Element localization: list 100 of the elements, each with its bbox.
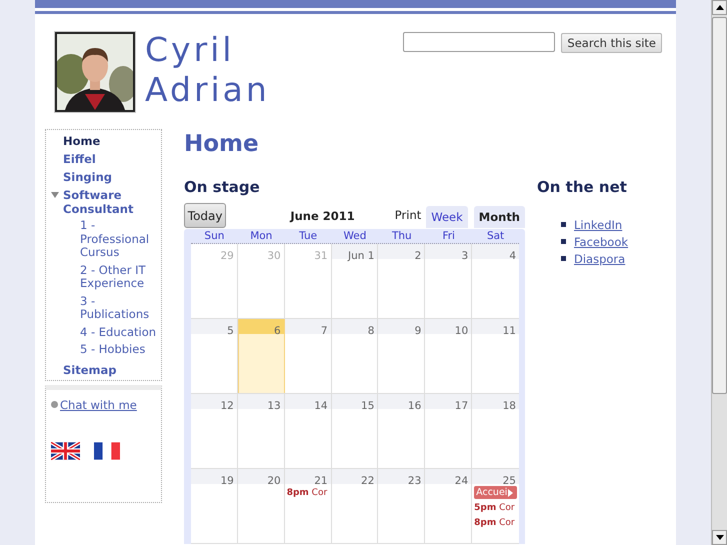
day-number: 12	[220, 400, 234, 412]
site-title: Adrian	[145, 70, 270, 110]
calendar-day-cell[interactable]: 15	[332, 394, 378, 468]
nav-link[interactable]: Software Consultant	[63, 186, 161, 218]
calendar-day-cell[interactable]: 25 Accuei 5pm Cor 8pm Cor	[472, 469, 519, 543]
calendar-day-cell[interactable]: 12	[191, 394, 238, 468]
down-arrow-icon	[716, 535, 724, 540]
calendar-day-cell[interactable]: 7	[284, 319, 332, 393]
calendar-day-cell[interactable]: 20	[238, 469, 285, 543]
print-link[interactable]: Print	[394, 208, 422, 222]
social-link[interactable]: LinkedIn	[574, 218, 622, 232]
nav-link[interactable]: 4 - Education	[46, 326, 158, 339]
day-number: 7	[320, 325, 328, 337]
uk-flag-icon[interactable]	[51, 442, 80, 460]
day-number: 2	[414, 250, 422, 262]
day-number: 24	[454, 475, 468, 487]
calendar-day-cell[interactable]: 16	[378, 394, 426, 468]
chat-link[interactable]: Chat with me	[60, 398, 137, 412]
day-number: 3	[461, 250, 468, 262]
calendar-event[interactable]: 8pm Cor	[474, 517, 515, 529]
calendar-day-cell[interactable]: 8	[332, 319, 378, 393]
day-number: 22	[361, 475, 374, 487]
search-field[interactable]	[403, 32, 556, 52]
calendar-day-cell[interactable]: 24	[425, 469, 472, 543]
nav-link[interactable]: Home	[46, 132, 100, 150]
nav-link[interactable]: 2 - Other IT Experience	[46, 264, 158, 290]
day-number: 4	[509, 250, 516, 262]
day-number: 19	[220, 475, 234, 487]
calendar-day-cell[interactable]: 13	[238, 394, 285, 468]
calendar-day-cell[interactable]: 17	[425, 394, 472, 468]
calendar-day-cell[interactable]: 22	[332, 469, 378, 543]
social-link[interactable]: Diaspora	[574, 252, 626, 266]
today-button[interactable]: Today	[184, 203, 226, 228]
calendar-day-cell[interactable]: 21 8pm Cor	[284, 469, 332, 543]
collapse-triangle-icon[interactable]	[51, 192, 59, 198]
scrollbar[interactable]	[711, 0, 727, 545]
day-number: 16	[408, 400, 422, 412]
day-number: 20	[267, 475, 281, 487]
site-title: Cyril	[145, 30, 236, 70]
search-button[interactable]: Search this site	[561, 33, 662, 53]
nav-link[interactable]: Singing	[46, 168, 112, 186]
day-number: 11	[502, 325, 516, 337]
calendar-day-cell[interactable]: Jun 1	[332, 244, 378, 318]
calendar-day-cell[interactable]: 9	[378, 319, 426, 393]
calendar-day-cell[interactable]: 19	[191, 469, 238, 543]
weekday-header: Tue	[298, 229, 318, 243]
scroll-up-button[interactable]	[712, 0, 727, 15]
calendar-day-cell[interactable]: 3	[425, 244, 472, 318]
day-number: 8	[368, 325, 374, 337]
nav-link[interactable]: Eiffel	[46, 150, 96, 168]
day-number: 9	[414, 325, 422, 337]
calendar-day-cell[interactable]: 2	[378, 244, 426, 318]
weekday-header: Sat	[486, 229, 506, 243]
social-link[interactable]: Facebook	[574, 234, 628, 248]
day-number: 30	[267, 250, 281, 262]
calendar-day-cell[interactable]: 10	[425, 319, 472, 393]
calendar-event[interactable]: Accuei	[474, 486, 518, 499]
month-title: June 2011	[290, 209, 355, 223]
bullet-icon	[561, 239, 566, 244]
day-number: 31	[314, 250, 328, 262]
calendar-day-cell[interactable]: 5	[191, 319, 238, 393]
weekday-header: Wed	[342, 229, 368, 243]
calendar-day-cell[interactable]: 18	[472, 394, 519, 468]
day-number: 17	[454, 400, 468, 412]
view-tab[interactable]: Week	[426, 206, 468, 228]
calendar-day-cell[interactable]: 14	[284, 394, 332, 468]
day-number: 15	[361, 400, 374, 412]
nav-link[interactable]: 3 - Publications	[46, 294, 158, 322]
calendar-event[interactable]: 8pm Cor	[286, 487, 328, 499]
continue-arrow-icon	[508, 488, 514, 496]
nav-link[interactable]: Sitemap	[46, 360, 116, 378]
section-heading: On the net	[537, 178, 628, 197]
day-number: 6	[274, 325, 281, 337]
calendar-day-cell[interactable]: 23	[378, 469, 426, 543]
calendar-event[interactable]: 5pm Cor	[474, 502, 515, 514]
bullet-icon	[561, 256, 566, 261]
day-number: 21	[314, 475, 328, 487]
scroll-thumb[interactable]	[712, 17, 727, 394]
day-number: 5	[227, 325, 234, 337]
weekday-header: Mon	[249, 229, 274, 243]
weekday-header: Thu	[390, 229, 413, 243]
section-heading: On stage	[184, 178, 261, 197]
nav-link[interactable]: 5 - Hobbies	[46, 343, 158, 356]
day-number: 14	[314, 400, 328, 412]
view-tab[interactable]: Month	[474, 206, 525, 228]
weekday-header: Fri	[441, 229, 456, 243]
calendar-day-cell[interactable]: 4	[472, 244, 519, 318]
weekday-header: Sun	[203, 229, 226, 243]
day-number: Jun 1	[348, 250, 374, 262]
france-flag-icon[interactable]	[94, 442, 120, 460]
calendar-day-cell[interactable]: 11	[472, 319, 519, 393]
scroll-down-button[interactable]	[712, 530, 727, 545]
bullet-icon	[561, 222, 566, 227]
calendar-day-cell[interactable]: 6	[238, 319, 285, 393]
day-number: 13	[267, 400, 281, 412]
day-number: 23	[408, 475, 422, 487]
day-number: 18	[502, 400, 516, 412]
day-number: 29	[220, 250, 234, 262]
day-number: 10	[454, 325, 468, 337]
nav-link[interactable]: 1 - Professional Cursus	[46, 219, 158, 260]
